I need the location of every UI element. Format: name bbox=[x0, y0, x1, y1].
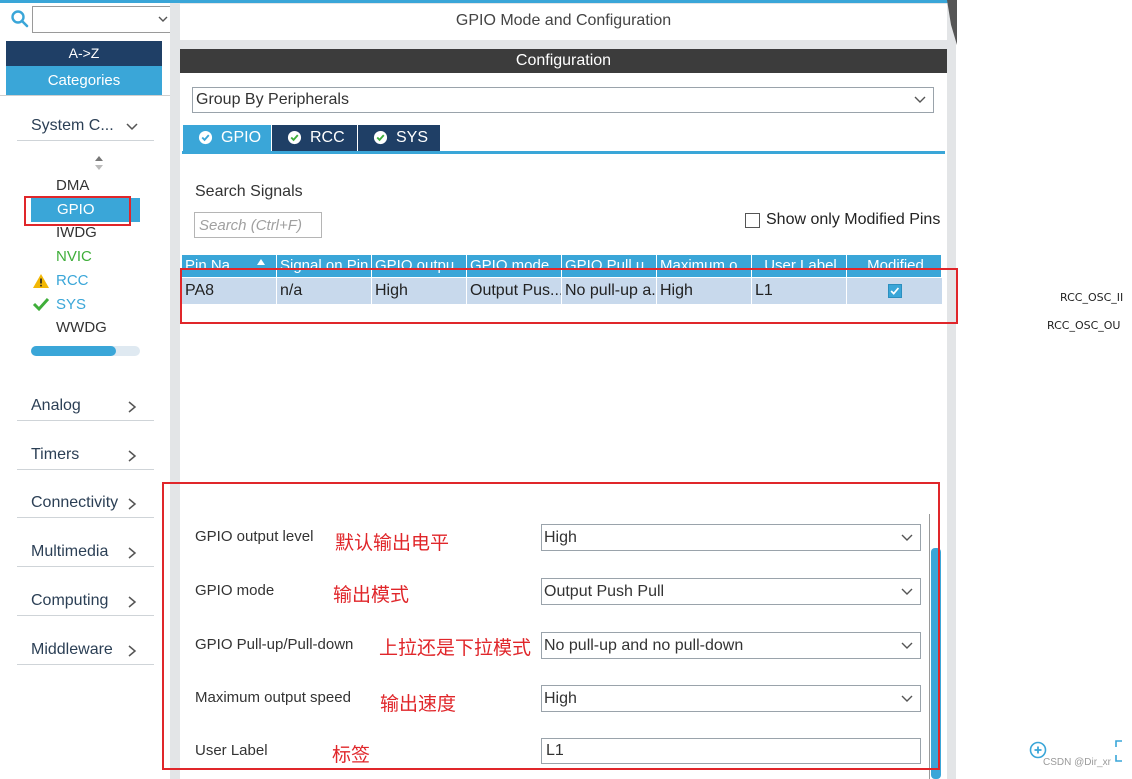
check-circle-icon bbox=[198, 130, 213, 145]
sort-ascending-icon[interactable] bbox=[256, 258, 266, 266]
chevron-down-icon[interactable] bbox=[126, 121, 138, 133]
chevron-down-icon[interactable] bbox=[913, 94, 927, 106]
peripheral-search-box[interactable] bbox=[32, 6, 172, 33]
category-label: Analog bbox=[31, 397, 81, 414]
check-icon bbox=[32, 297, 50, 312]
sidebar-item-dma[interactable]: DMA bbox=[56, 175, 89, 197]
sort-az-button[interactable]: A->Z bbox=[6, 41, 162, 66]
peripheral-search-input[interactable] bbox=[35, 8, 155, 32]
category-computing[interactable]: Computing bbox=[17, 586, 154, 616]
tab-label: SYS bbox=[396, 129, 429, 146]
fit-to-screen-icon[interactable] bbox=[1115, 740, 1132, 762]
watermark-text: CSDN @Dir_xr bbox=[1043, 757, 1111, 768]
category-label: Timers bbox=[31, 446, 80, 463]
category-label: Middleware bbox=[31, 641, 113, 658]
sort-icon[interactable] bbox=[93, 154, 105, 172]
pin-label-osc-out: RCC_OSC_OU bbox=[1047, 319, 1121, 332]
chevron-right-icon[interactable] bbox=[126, 498, 138, 510]
tab-underline bbox=[182, 151, 945, 154]
show-modified-label: Show only Modified Pins bbox=[766, 211, 941, 228]
category-system-core[interactable]: System C... bbox=[17, 111, 154, 141]
sidebar-scrollbar-thumb[interactable] bbox=[31, 346, 116, 356]
main-top-accent bbox=[170, 0, 956, 3]
category-connectivity[interactable]: Connectivity bbox=[17, 488, 154, 518]
chevron-right-icon[interactable] bbox=[126, 596, 138, 608]
search-icon[interactable] bbox=[10, 9, 30, 29]
check-circle-icon bbox=[287, 130, 302, 145]
search-signals-box[interactable] bbox=[194, 212, 322, 238]
tab-gpio[interactable]: GPIO bbox=[183, 125, 271, 151]
group-by-select[interactable]: Group By Peripherals bbox=[192, 87, 934, 113]
annotation-box-row bbox=[180, 268, 958, 324]
pin-label-osc-in: RCC_OSC_II bbox=[1060, 291, 1124, 304]
sidebar-item-wwdg[interactable]: WWDG bbox=[56, 317, 107, 339]
category-label: Multimedia bbox=[31, 543, 109, 560]
chevron-right-icon[interactable] bbox=[126, 547, 138, 559]
categories-button[interactable]: Categories bbox=[6, 66, 162, 96]
search-signals-input[interactable] bbox=[197, 214, 319, 236]
warning-icon bbox=[33, 274, 49, 288]
sidebar-item-nvic[interactable]: NVIC bbox=[56, 246, 92, 268]
chevron-down-icon[interactable] bbox=[157, 13, 169, 25]
sidebar-top-accent bbox=[0, 0, 170, 3]
group-by-value: Group By Peripherals bbox=[196, 91, 349, 108]
tab-rcc[interactable]: RCC bbox=[272, 125, 357, 151]
chevron-right-icon[interactable] bbox=[126, 401, 138, 413]
category-label: Computing bbox=[31, 592, 109, 609]
panel-title: GPIO Mode and Configuration bbox=[180, 4, 947, 40]
search-signals-label: Search Signals bbox=[195, 183, 303, 200]
tab-sys[interactable]: SYS bbox=[358, 125, 440, 151]
category-analog[interactable]: Analog bbox=[17, 391, 154, 421]
tab-label: RCC bbox=[310, 129, 345, 146]
configuration-header: Configuration bbox=[180, 49, 947, 73]
category-label: Connectivity bbox=[31, 494, 119, 511]
sidebar-item-rcc[interactable]: RCC bbox=[56, 270, 89, 292]
category-label: System C... bbox=[31, 117, 114, 134]
divider bbox=[0, 95, 170, 96]
annotation-box-properties bbox=[162, 482, 940, 770]
category-middleware[interactable]: Middleware bbox=[17, 635, 154, 665]
chevron-right-icon[interactable] bbox=[126, 450, 138, 462]
tab-label: GPIO bbox=[221, 129, 262, 146]
show-modified-checkbox[interactable] bbox=[745, 213, 760, 228]
check-circle-icon bbox=[373, 130, 388, 145]
chevron-right-icon[interactable] bbox=[126, 645, 138, 657]
category-multimedia[interactable]: Multimedia bbox=[17, 537, 154, 567]
category-timers[interactable]: Timers bbox=[17, 440, 154, 470]
sidebar-item-sys[interactable]: SYS bbox=[56, 294, 86, 316]
annotation-box-gpio bbox=[24, 196, 131, 226]
